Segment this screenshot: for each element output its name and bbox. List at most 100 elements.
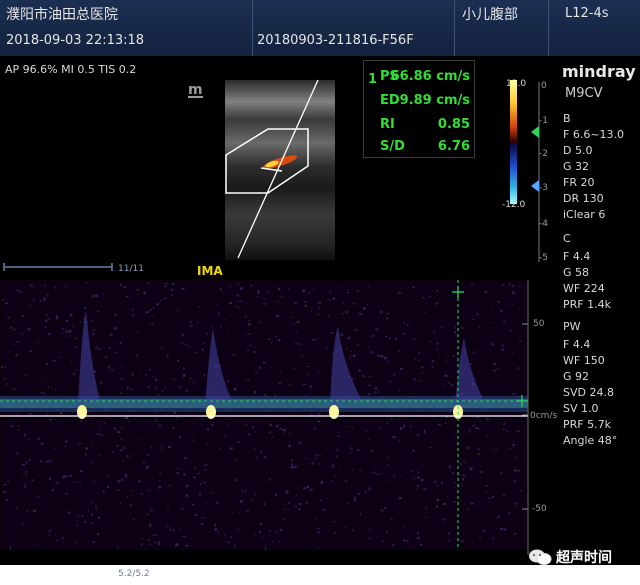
speckle [338,466,341,468]
speckle [92,442,94,444]
speckle [345,310,349,314]
speckle [164,387,167,389]
speckle [119,342,122,345]
speckle [387,360,389,363]
speckle [508,511,511,514]
speckle [438,423,441,426]
speckle [128,420,130,423]
speckle [146,513,149,516]
speckle [511,303,513,306]
speckle [370,351,373,354]
speckle [486,418,489,421]
speckle [414,358,416,360]
model-name: M9CV [565,86,603,101]
speckle [497,515,500,518]
speckle [413,477,415,480]
speckle [421,366,424,368]
speckle [357,449,360,451]
speckle [248,433,251,436]
speckle [298,502,302,506]
speckle [1,299,4,301]
speckle [352,303,356,305]
speckle [224,318,226,321]
doppler-cursor-line[interactable] [237,79,319,259]
speckle [308,292,310,294]
param-line: PRF 5.7k [563,418,611,431]
speckle [463,460,465,463]
speckle [393,474,396,477]
speckle [129,504,133,507]
speckle [206,333,208,335]
speckle [158,480,161,482]
speckle [104,356,108,358]
speckle [503,528,507,531]
speckle [62,475,66,478]
speckle [172,427,175,430]
speckle [65,320,69,322]
speckle [149,309,152,311]
speckle [517,367,520,370]
speckle [384,507,387,510]
speckle [164,282,168,285]
speckle [184,343,187,346]
speckle [188,445,190,447]
speckle [72,325,74,328]
speckle [147,386,150,388]
speckle [178,386,181,389]
speckle [238,307,241,309]
speckle [169,528,172,531]
speckle [392,436,396,439]
speckle [362,375,365,378]
speckle [189,321,192,323]
speckle [160,299,162,302]
speckle [171,283,175,285]
speckle [95,505,97,508]
speckle [60,356,62,358]
speckle [416,537,420,539]
speckle [181,288,185,290]
speckle [182,334,184,336]
speckle [16,506,18,509]
speckle [315,457,317,460]
speckle [436,498,439,501]
speckle [93,480,96,483]
depth-tick: -5 [539,253,548,263]
speckle [65,440,68,443]
speckle [175,544,177,547]
speckle [403,539,406,542]
speckle [193,476,196,479]
speckle [461,540,464,542]
speckle [91,461,93,464]
speckle [12,343,15,345]
speckle [359,469,363,471]
speckle [16,290,20,292]
speckle [92,332,95,336]
speckle [55,540,58,542]
speckle [214,528,217,531]
speckle [251,426,255,429]
speckle [366,303,369,306]
speckle [467,446,470,450]
speckle [24,373,27,376]
speckle [209,492,213,494]
speckle [500,528,503,530]
speckle [417,476,420,479]
param-line: PRF 1.4k [563,298,611,311]
speckle [223,436,227,438]
speckle [255,372,257,374]
speckle [54,286,56,289]
speckle [511,352,513,355]
focus-marker-blue-icon [531,180,539,192]
speckle [219,447,221,450]
speckle [227,328,229,330]
speckle [79,482,81,484]
speckle [332,464,334,467]
speckle [46,413,48,416]
speckle [240,287,243,290]
speckle [176,467,178,470]
speckle [10,424,14,428]
speckle [124,475,128,478]
speckle [349,350,352,352]
speckle [217,312,221,315]
speckle [65,330,69,333]
